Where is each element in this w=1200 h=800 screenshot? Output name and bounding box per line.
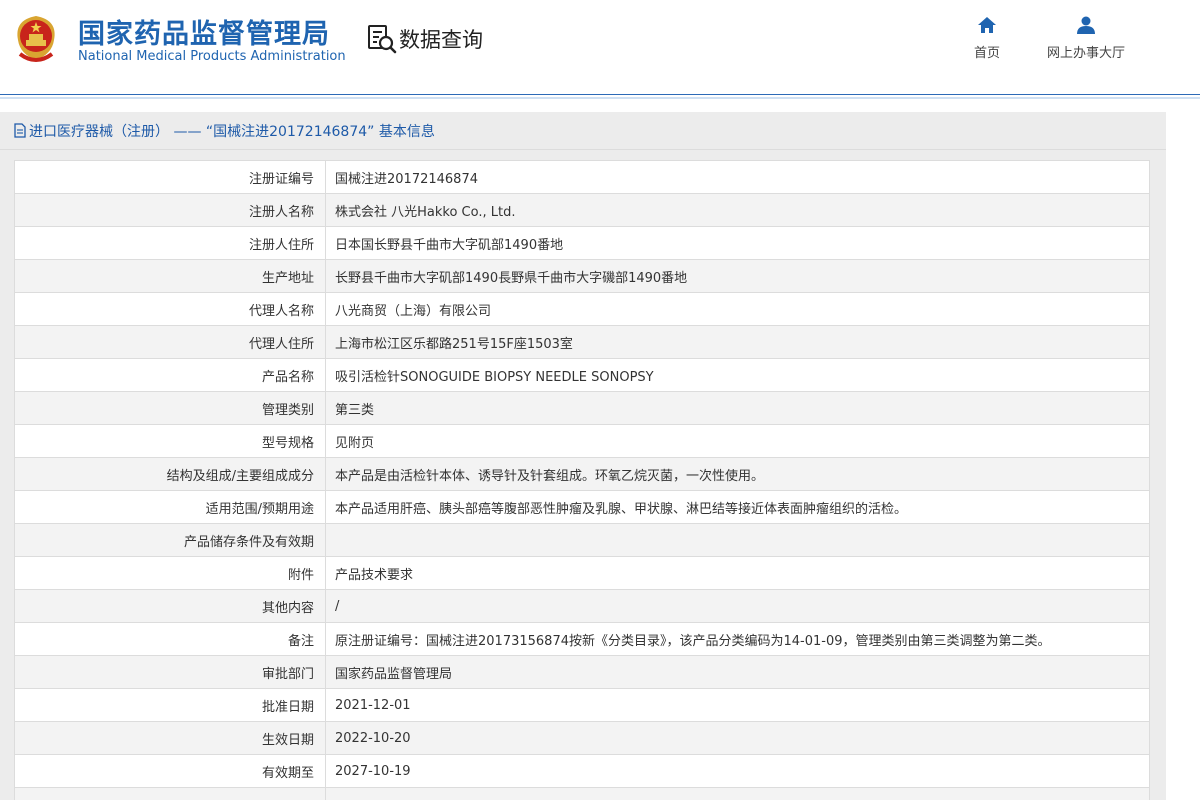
field-label: 管理类别 <box>14 391 326 425</box>
table-row: 其他内容 / <box>14 589 1150 623</box>
field-label: 生效日期 <box>14 721 326 755</box>
field-value: 本产品适用肝癌、胰头部癌等腹部恶性肿瘤及乳腺、甲状腺、淋巴结等接近体表面肿瘤组织… <box>325 490 1150 524</box>
field-label: 产品储存条件及有效期 <box>14 523 326 557</box>
field-label: 产品名称 <box>14 358 326 392</box>
field-value: 2027-10-19 <box>325 754 1150 788</box>
field-value: 吸引活检针SONOGUIDE BIOPSY NEEDLE SONOPSY <box>325 358 1150 392</box>
home-icon <box>978 17 996 33</box>
table-row: 批准日期 2021-12-01 <box>14 688 1150 722</box>
agency-name-cn[interactable]: 国家药品监督管理局 <box>78 12 330 51</box>
field-label: 生产地址 <box>14 259 326 293</box>
field-label: 其他内容 <box>14 589 326 623</box>
nav-home[interactable]: 首页 <box>968 16 1006 61</box>
field-value <box>325 787 1150 800</box>
user-icon <box>1077 16 1095 34</box>
table-row: 备注 原注册证编号：国械注进20173156874按新《分类目录》，该产品分类编码… <box>14 622 1150 656</box>
field-label: 代理人住所 <box>14 325 326 359</box>
document-icon <box>14 123 26 138</box>
field-label: 有效期至 <box>14 754 326 788</box>
agency-name-en[interactable]: National Medical Products Administration <box>78 49 346 64</box>
header-divider-shadow <box>0 97 1200 99</box>
field-value: 产品技术要求 <box>325 556 1150 590</box>
table-row: 附件 产品技术要求 <box>14 556 1150 590</box>
field-value: 株式会社 八光Hakko Co., Ltd. <box>325 193 1150 227</box>
table-row: 产品名称 吸引活检针SONOGUIDE BIOPSY NEEDLE SONOPSY <box>14 358 1150 392</box>
field-label: 型号规格 <box>14 424 326 458</box>
national-emblem-icon <box>17 16 55 62</box>
detail-panel: 进口医疗器械（注册） —— “国械注进20172146874” 基本信息 注册证… <box>0 112 1166 800</box>
table-row: 注册人名称 株式会社 八光Hakko Co., Ltd. <box>14 193 1150 227</box>
field-label: 批准日期 <box>14 688 326 722</box>
field-label: 适用范围/预期用途 <box>14 490 326 524</box>
detail-table: 注册证编号 国械注进20172146874 注册人名称 株式会社 八光Hakko Co… <box>14 160 1150 800</box>
field-value: 长野县千曲市大字矶部1490長野県千曲市大字磯部1490番地 <box>325 259 1150 293</box>
field-value: 原注册证编号：国械注进20173156874按新《分类目录》，该产品分类编码为1… <box>325 622 1150 656</box>
field-value: 见附页 <box>325 424 1150 458</box>
field-value: 八光商贸（上海）有限公司 <box>325 292 1150 326</box>
field-value: 国家药品监督管理局 <box>325 655 1150 689</box>
table-row: 审批部门 国家药品监督管理局 <box>14 655 1150 689</box>
data-query-icon <box>368 25 397 54</box>
field-value: / <box>325 589 1150 623</box>
data-query-label: 数据查询 <box>399 28 483 52</box>
table-row: 注册证编号 国械注进20172146874 <box>14 160 1150 194</box>
field-label <box>14 787 326 800</box>
table-row <box>14 787 1150 800</box>
site-header: 国家药品监督管理局 National Medical Products Admi… <box>0 0 1200 92</box>
field-label: 审批部门 <box>14 655 326 689</box>
table-row: 生产地址 长野县千曲市大字矶部1490長野県千曲市大字磯部1490番地 <box>14 259 1150 293</box>
field-label: 结构及组成/主要组成成分 <box>14 457 326 491</box>
panel-title-bar: 进口医疗器械（注册） —— “国械注进20172146874” 基本信息 <box>0 112 1166 150</box>
field-value: 2022-10-20 <box>325 721 1150 755</box>
table-row: 型号规格 见附页 <box>14 424 1150 458</box>
table-row: 管理类别 第三类 <box>14 391 1150 425</box>
panel-title: 进口医疗器械（注册） —— “国械注进20172146874” 基本信息 <box>29 123 435 140</box>
table-row: 结构及组成/主要组成成分 本产品是由活检针本体、诱导针及针套组成。环氧乙烷灭菌，一… <box>14 457 1150 491</box>
table-row: 代理人住所 上海市松江区乐都路251号15F座1503室 <box>14 325 1150 359</box>
nav-online-service-hall[interactable]: 网上办事大厅 <box>1036 16 1136 61</box>
table-row: 注册人住所 日本国长野县千曲市大字矶部1490番地 <box>14 226 1150 260</box>
nav-home-label: 首页 <box>973 46 1000 61</box>
field-value: 国械注进20172146874 <box>325 160 1150 194</box>
nav-online-service-hall-label: 网上办事大厅 <box>1046 46 1125 61</box>
data-query-link[interactable]: 数据查询 <box>367 22 483 56</box>
field-value: 2021-12-01 <box>325 688 1150 722</box>
table-row: 代理人名称 八光商贸（上海）有限公司 <box>14 292 1150 326</box>
field-value: 日本国长野县千曲市大字矶部1490番地 <box>325 226 1150 260</box>
field-label: 备注 <box>14 622 326 656</box>
field-label: 附件 <box>14 556 326 590</box>
field-label: 代理人名称 <box>14 292 326 326</box>
field-value: 本产品是由活检针本体、诱导针及针套组成。环氧乙烷灭菌，一次性使用。 <box>325 457 1150 491</box>
field-value: 第三类 <box>325 391 1150 425</box>
header-divider <box>0 94 1200 95</box>
table-row: 产品储存条件及有效期 <box>14 523 1150 557</box>
field-value <box>325 523 1150 557</box>
field-value: 上海市松江区乐都路251号15F座1503室 <box>325 325 1150 359</box>
detail-table-container: 注册证编号 国械注进20172146874 注册人名称 株式会社 八光Hakko Co… <box>14 160 1150 800</box>
table-row: 生效日期 2022-10-20 <box>14 721 1150 755</box>
field-label: 注册人名称 <box>14 193 326 227</box>
table-row: 适用范围/预期用途 本产品适用肝癌、胰头部癌等腹部恶性肿瘤及乳腺、甲状腺、淋巴结等… <box>14 490 1150 524</box>
table-row: 有效期至 2027-10-19 <box>14 754 1150 788</box>
field-label: 注册人住所 <box>14 226 326 260</box>
field-label: 注册证编号 <box>14 160 326 194</box>
